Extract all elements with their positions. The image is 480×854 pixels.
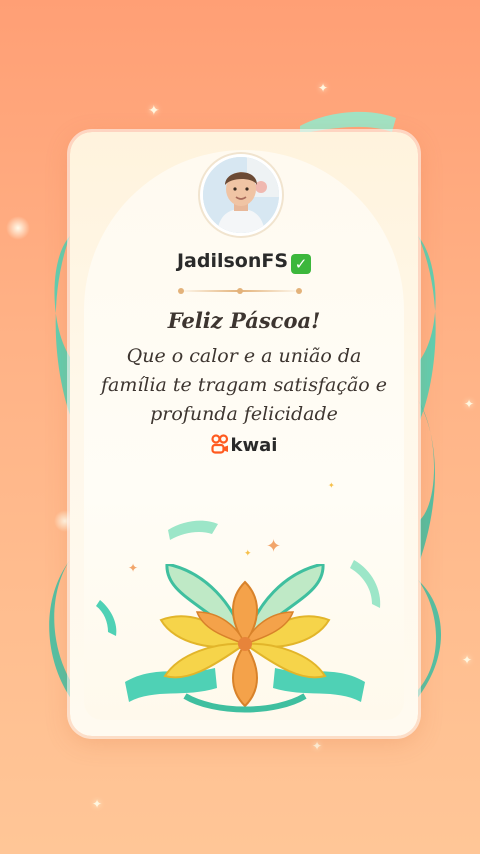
username-text: JadilsonFS [176,250,289,272]
greeting-card: JadilsonFS ✓ Feliz Páscoa! Que o calor e … [70,132,418,736]
flower-ribbon-illustration [125,564,365,713]
username[interactable]: JadilsonFS ✓ [70,250,418,274]
greeting-message: Que o calor e a união da família te trag… [90,342,398,429]
divider-dot [178,288,184,294]
kwai-brand: kwai [70,434,418,456]
greeting-line: família te tragam satisfação e [100,374,388,396]
user-avatar-icon [203,157,279,233]
greeting-line: profunda felicidade [150,403,338,425]
brand-name: kwai [230,435,278,456]
check-badge-icon: ✓ [291,254,312,274]
divider-dot [296,288,302,294]
avatar[interactable] [200,154,282,236]
divider [178,288,302,294]
kwai-logo-icon [210,434,228,454]
divider-dot [237,288,243,294]
greeting-title: Feliz Páscoa! [167,308,321,333]
greeting-line: Que o calor e a união da [126,345,362,367]
